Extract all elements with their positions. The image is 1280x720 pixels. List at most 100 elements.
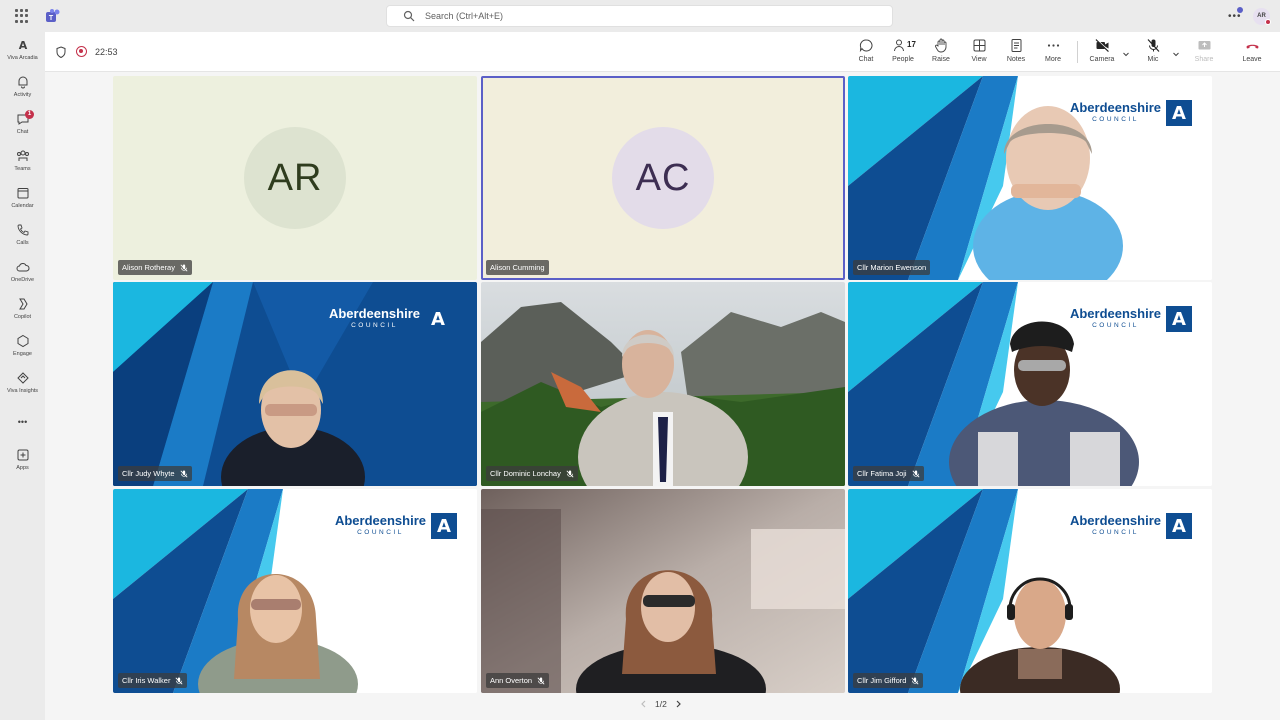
mic-off-icon <box>180 470 187 477</box>
rail-item-teams[interactable]: Teams <box>0 149 45 183</box>
rail-item-engage[interactable]: Engage <box>0 334 45 368</box>
chat-button[interactable]: Chat <box>848 38 884 68</box>
search-input[interactable]: Search (Ctrl+Alt+E) <box>386 5 893 27</box>
cloud-icon <box>16 263 29 272</box>
view-button[interactable]: View <box>961 38 997 68</box>
council-name: Aberdeenshire <box>1069 100 1161 115</box>
participant-tile[interactable]: AR Alison Rotheray <box>113 76 477 280</box>
rail-item-label: Chat <box>16 129 29 135</box>
council-subtitle: COUNCIL <box>1092 322 1139 329</box>
rail-item-viva-insights[interactable]: Viva Insights <box>0 371 45 405</box>
participant-name: Cllr Judy Whyte <box>122 469 175 478</box>
rail-item-chat[interactable]: 1 Chat <box>0 110 45 146</box>
camera-options-chevron-icon[interactable] <box>1122 50 1130 58</box>
status-badge <box>1265 19 1271 25</box>
hand-icon <box>934 38 946 53</box>
gallery-pager: 1/2 <box>640 699 682 709</box>
chat-icon <box>859 39 872 53</box>
mic-off-icon <box>537 677 545 684</box>
svg-text:A: A <box>18 39 27 52</box>
chat-button-label: Chat <box>858 56 874 63</box>
people-icon <box>893 39 904 52</box>
shield-icon[interactable] <box>56 46 66 58</box>
people-button-label: People <box>892 56 914 63</box>
engage-icon <box>17 334 28 348</box>
participant-avatar: AC <box>612 127 714 229</box>
rail-item-label: Activity <box>13 92 32 98</box>
mic-options-chevron-icon[interactable] <box>1172 50 1180 58</box>
mic-off-icon <box>1147 39 1159 52</box>
mic-button[interactable]: Mic <box>1135 38 1171 68</box>
notification-dot <box>1237 7 1243 13</box>
teams-logo-icon[interactable]: T <box>45 8 61 24</box>
rail-item-label: Teams <box>14 166 31 172</box>
more-actions-button[interactable]: More <box>1035 38 1071 68</box>
raise-hand-button[interactable]: Raise <box>923 38 959 68</box>
app-launcher-icon[interactable] <box>15 9 29 23</box>
rail-item-activity[interactable]: Activity <box>0 75 45 109</box>
participant-tile[interactable]: Cllr Dominic Lonchay <box>481 282 845 486</box>
rail-item-apps[interactable]: Apps <box>0 448 45 482</box>
council-mark: A <box>431 513 457 539</box>
council-name: Aberdeenshire <box>328 306 420 321</box>
people-button[interactable]: 17 People <box>885 38 921 68</box>
council-logo: Aberdeenshire COUNCIL A <box>335 513 457 539</box>
grid-view-icon <box>973 39 985 52</box>
camera-button[interactable]: Camera <box>1084 38 1120 68</box>
council-logo: Aberdeenshire COUNCIL A <box>329 306 451 332</box>
participant-tile[interactable]: Ann Overton <box>481 489 845 693</box>
council-mark: A <box>1166 306 1192 332</box>
rail-item-label: Engage <box>13 351 32 357</box>
rail-item-onedrive[interactable]: OneDrive <box>0 260 45 294</box>
participant-tile[interactable]: Aberdeenshire COUNCIL A Cllr Judy Whyte <box>113 282 477 486</box>
view-button-label: View <box>971 56 987 63</box>
mic-button-label: Mic <box>1147 56 1159 63</box>
rail-item-label: Copilot <box>13 314 32 320</box>
council-name: Aberdeenshire <box>334 513 426 528</box>
rail-item-label: Apps <box>16 465 29 471</box>
participant-name: Ann Overton <box>490 676 533 685</box>
previous-page-chevron-icon[interactable] <box>640 700 647 708</box>
mic-off-icon <box>911 677 919 684</box>
participant-name: Alison Cumming <box>490 263 545 272</box>
notes-button[interactable]: Notes <box>998 38 1034 68</box>
participant-name: Alison Rotheray <box>122 263 175 272</box>
mic-off-icon <box>566 470 574 477</box>
toolbar-divider <box>1077 41 1078 63</box>
share-button-label: Share <box>1194 56 1214 63</box>
camera-off-icon <box>1095 38 1109 52</box>
participant-name-tag: Cllr Fatima Joji <box>853 466 924 481</box>
viva-arcadia-icon: A <box>18 39 27 52</box>
participant-tile[interactable]: Aberdeenshire COUNCIL A Cllr Jim Gifford <box>848 489 1212 693</box>
search-icon <box>403 10 415 22</box>
council-mark: A <box>431 308 445 330</box>
participant-tile-active-speaker[interactable]: AC Alison Cumming <box>481 76 845 280</box>
participant-tile[interactable]: Aberdeenshire COUNCIL A Cllr Marion Ewen… <box>848 76 1212 280</box>
participant-tile[interactable]: Aberdeenshire COUNCIL A Cllr Iris Walker <box>113 489 477 693</box>
meeting-timer: 22:53 <box>95 47 118 57</box>
rail-item-more[interactable]: ••• <box>0 417 45 451</box>
next-page-chevron-icon[interactable] <box>675 700 682 708</box>
mic-off-icon <box>912 470 920 477</box>
participant-tile[interactable]: Aberdeenshire COUNCIL A Cllr Fatima Joji <box>848 282 1212 486</box>
share-button[interactable]: Share <box>1186 38 1222 68</box>
title-bar: T Search (Ctrl+Alt+E) ••• AR <box>0 0 1280 32</box>
insights-icon <box>16 372 29 384</box>
notes-icon <box>1011 39 1021 52</box>
more-icon <box>1047 44 1059 47</box>
rail-item-calendar[interactable]: Calendar <box>0 186 45 220</box>
rail-item-calls[interactable]: Calls <box>0 223 45 257</box>
participant-name-tag: Cllr Judy Whyte <box>118 466 192 481</box>
rail-item-label: Viva Insights <box>6 388 39 394</box>
participant-name: Cllr Fatima Joji <box>857 469 907 478</box>
mountain-background <box>481 282 845 486</box>
participant-name: Cllr Dominic Lonchay <box>490 469 561 478</box>
rail-item-viva-arcadia[interactable]: A Viva Arcadia <box>0 38 45 72</box>
council-mark: A <box>1166 513 1192 539</box>
share-screen-icon <box>1198 41 1210 50</box>
participant-name-tag: Cllr Jim Gifford <box>853 673 924 688</box>
calendar-icon <box>17 188 28 199</box>
leave-button-label: Leave <box>1242 56 1262 63</box>
rail-item-copilot[interactable]: Copilot <box>0 297 45 331</box>
leave-button[interactable]: Leave <box>1234 38 1270 68</box>
